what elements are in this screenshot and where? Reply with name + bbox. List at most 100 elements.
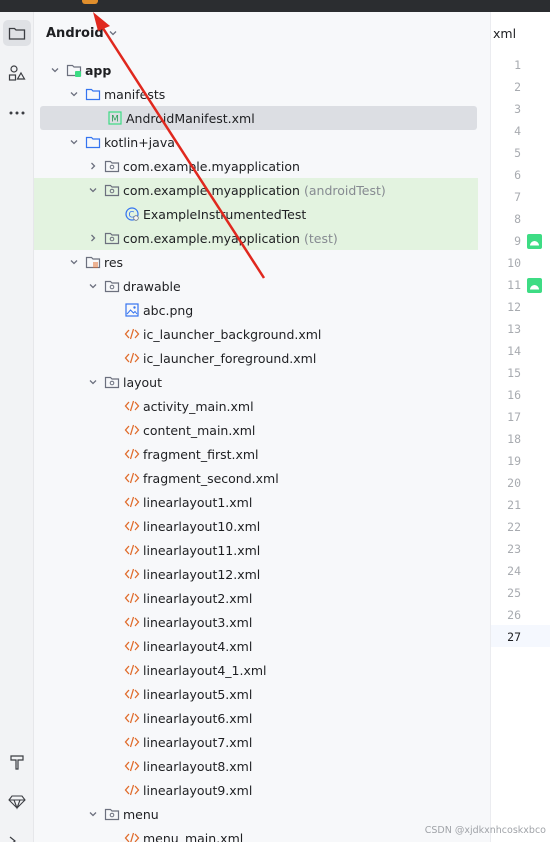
tree-node-label: linearlayout10.xml xyxy=(143,518,261,534)
editor-tab[interactable]: xml xyxy=(493,26,516,41)
tree-node-android-manifest[interactable]: M AndroidManifest.xml xyxy=(40,106,477,130)
tree-node-label: linearlayout3.xml xyxy=(143,614,253,630)
tree-node-label: res xyxy=(104,254,124,270)
android-gutter-icon[interactable] xyxy=(527,234,542,249)
tree-node-package-main[interactable]: com.example.myapplication xyxy=(34,154,478,178)
chevron-down-icon[interactable] xyxy=(67,135,81,149)
tree-node-label: linearlayout2.xml xyxy=(143,590,253,606)
tree-node-layout-file[interactable]: linearlayout4_1.xml xyxy=(34,658,478,682)
tree-node-layout-file[interactable]: linearlayout5.xml xyxy=(34,682,478,706)
tree-node-layout-file[interactable]: linearlayout2.xml xyxy=(34,586,478,610)
tree-node-example-instrumented-test[interactable]: C ExampleInstrumentedTest xyxy=(34,202,478,226)
tree-node-layout-file[interactable]: activity_main.xml xyxy=(34,394,478,418)
xml-file-icon xyxy=(124,830,140,842)
xml-file-icon xyxy=(124,542,140,558)
tree-node-label: ic_launcher_background.xml xyxy=(143,326,322,342)
line-number: 2 xyxy=(514,80,521,94)
tree-node-menu[interactable]: menu xyxy=(34,802,478,826)
package-icon xyxy=(104,374,120,390)
tree-node-layout-file[interactable]: linearlayout7.xml xyxy=(34,730,478,754)
window-title-bar xyxy=(0,0,550,12)
chevron-down-icon[interactable] xyxy=(67,255,81,269)
xml-file-icon xyxy=(124,758,140,774)
tool-window-strip xyxy=(0,12,34,842)
line-number: 8 xyxy=(514,212,521,226)
tree-node-label: manifests xyxy=(104,86,166,102)
chevron-down-icon[interactable] xyxy=(86,807,100,821)
tree-node-abc-png[interactable]: abc.png xyxy=(34,298,478,322)
watermark: CSDN @xjdkxnhcoskxbco xyxy=(424,825,546,836)
tree-node-label: menu_main.xml xyxy=(143,830,244,842)
line-number: 27 xyxy=(507,630,521,644)
project-tool-button[interactable] xyxy=(3,20,31,46)
chevron-right-icon[interactable] xyxy=(86,159,100,173)
tree-node-label: linearlayout1.xml xyxy=(143,494,253,510)
xml-file-icon xyxy=(124,422,140,438)
chevron-down-icon[interactable] xyxy=(86,279,100,293)
tree-node-label: ic_launcher_foreground.xml xyxy=(143,350,317,366)
tree-node-label: fragment_second.xml xyxy=(143,470,279,486)
tree-node-label: abc.png xyxy=(143,302,194,318)
more-tools-button[interactable] xyxy=(3,100,31,126)
tree-node-package-android-test[interactable]: com.example.myapplication (androidTest) xyxy=(34,178,478,202)
tree-node-ic-launcher-foreground[interactable]: ic_launcher_foreground.xml xyxy=(34,346,478,370)
tree-node-layout[interactable]: layout xyxy=(34,370,478,394)
tree-node-layout-file[interactable]: linearlayout4.xml xyxy=(34,634,478,658)
chevron-down-icon[interactable] xyxy=(48,63,62,77)
tree-node-kotlin-java[interactable]: kotlin+java xyxy=(34,130,478,154)
view-mode-selector[interactable]: Android xyxy=(46,24,118,42)
tree-node-label: activity_main.xml xyxy=(143,398,254,414)
tree-node-layout-file[interactable]: fragment_second.xml xyxy=(34,466,478,490)
tree-node-ic-launcher-background[interactable]: ic_launcher_background.xml xyxy=(34,322,478,346)
tree-node-layout-file[interactable]: linearlayout11.xml xyxy=(34,538,478,562)
chevron-right-icon[interactable] xyxy=(86,231,100,245)
xml-file-icon xyxy=(124,446,140,462)
tree-node-layout-file[interactable]: linearlayout6.xml xyxy=(34,706,478,730)
view-mode-label: Android xyxy=(46,25,104,41)
tree-node-package-test[interactable]: com.example.myapplication (test) xyxy=(34,226,478,250)
tree-node-res[interactable]: res xyxy=(34,250,478,274)
xml-file-icon xyxy=(124,518,140,534)
chevron-down-icon xyxy=(109,31,117,36)
tree-node-menu-main[interactable]: menu_main.xml xyxy=(34,826,478,842)
chevron-down-icon[interactable] xyxy=(86,183,100,197)
tree-node-label: layout xyxy=(123,374,163,390)
tree-node-label: linearlayout4_1.xml xyxy=(143,662,267,678)
package-icon xyxy=(104,230,120,246)
line-number: 4 xyxy=(514,124,521,138)
editor-pane: xml 1 2 3 4 5 6 7 8 9 10 11 12 13 14 15 … xyxy=(490,12,550,842)
tree-node-drawable[interactable]: drawable xyxy=(34,274,478,298)
tree-node-layout-file[interactable]: linearlayout8.xml xyxy=(34,754,478,778)
gem-tool-button[interactable] xyxy=(3,789,31,815)
xml-file-icon xyxy=(124,614,140,630)
build-tool-button[interactable] xyxy=(3,749,31,775)
resource-folder-icon xyxy=(85,254,101,270)
tree-node-label: kotlin+java xyxy=(104,134,175,150)
source-set-tag: (test) xyxy=(303,230,338,246)
line-number: 22 xyxy=(507,520,521,534)
tree-node-label: linearlayout8.xml xyxy=(143,758,253,774)
tree-node-label: linearlayout11.xml xyxy=(143,542,261,558)
tree-node-layout-file[interactable]: content_main.xml xyxy=(34,418,478,442)
tree-node-layout-file[interactable]: linearlayout1.xml xyxy=(34,490,478,514)
android-gutter-icon[interactable] xyxy=(527,278,542,293)
line-number: 6 xyxy=(514,168,521,182)
structure-tool-button[interactable] xyxy=(3,60,31,86)
tree-node-layout-file[interactable]: fragment_first.xml xyxy=(34,442,478,466)
xml-file-icon xyxy=(124,398,140,414)
terminal-tool-button[interactable] xyxy=(3,828,31,842)
tree-node-manifests[interactable]: manifests xyxy=(34,82,478,106)
tree-node-app[interactable]: app xyxy=(34,58,478,82)
tree-node-layout-file[interactable]: linearlayout12.xml xyxy=(34,562,478,586)
chevron-down-icon[interactable] xyxy=(86,375,100,389)
tree-node-label: linearlayout7.xml xyxy=(143,734,253,750)
tree-node-layout-file[interactable]: linearlayout9.xml xyxy=(34,778,478,802)
tree-node-layout-file[interactable]: linearlayout10.xml xyxy=(34,514,478,538)
tree-node-label: linearlayout6.xml xyxy=(143,710,253,726)
tree-node-label: AndroidManifest.xml xyxy=(126,110,255,126)
chevron-down-icon[interactable] xyxy=(67,87,81,101)
tree-node-layout-file[interactable]: linearlayout3.xml xyxy=(34,610,478,634)
shapes-icon xyxy=(8,65,26,81)
manifest-file-icon: M xyxy=(107,110,123,126)
line-number: 23 xyxy=(507,542,521,556)
